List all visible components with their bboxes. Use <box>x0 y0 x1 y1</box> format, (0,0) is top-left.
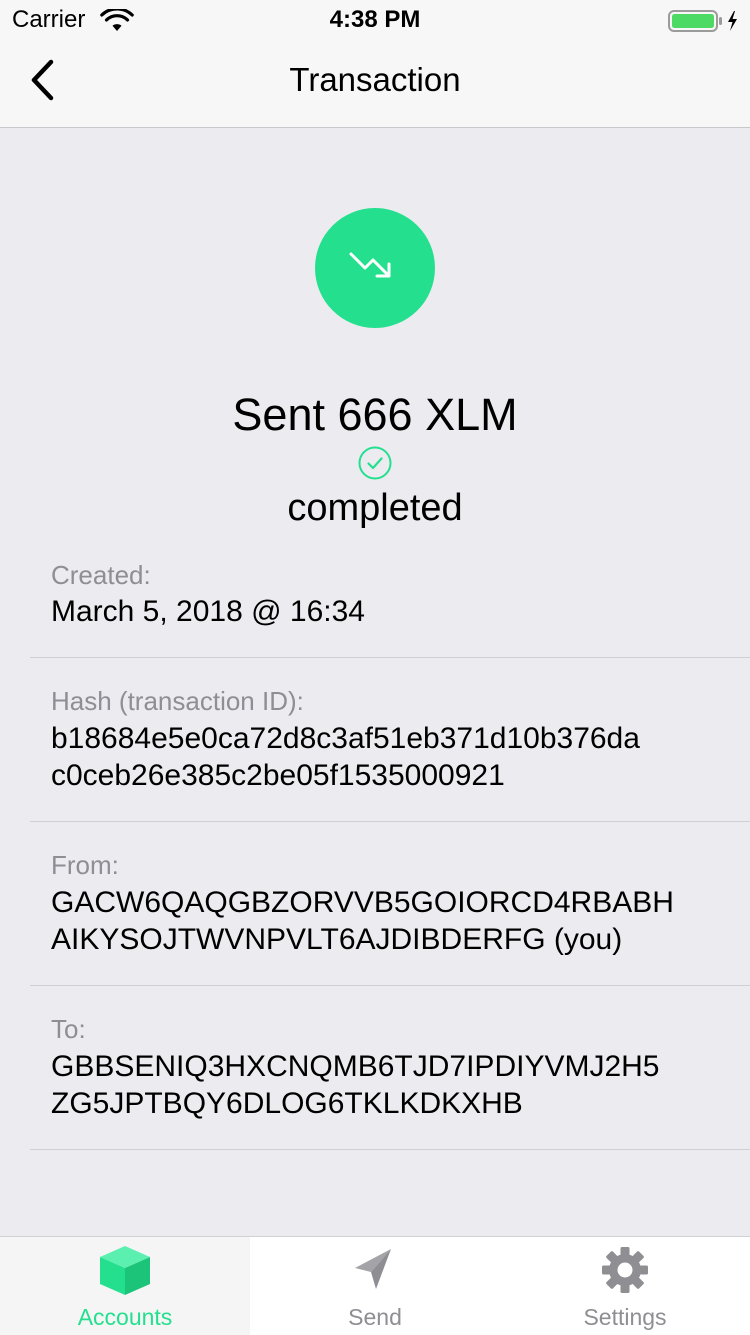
created-label: Created: <box>51 560 151 590</box>
from-address-line-1: GACW6QAQGBZORVVB5GOIORCD4RBABH <box>51 886 674 919</box>
transaction-status: completed <box>287 487 463 529</box>
hash-value-line-1: b18684e5e0ca72d8c3af51eb371d10b376da <box>51 722 640 755</box>
tab-accounts-label: Accounts <box>77 1304 173 1330</box>
transaction-headline: Sent 666 XLM <box>232 389 518 440</box>
to-section: To: GBBSENIQ3HXCNQMB6TJD7IPDIYVMJ2H5 ZG5… <box>30 1014 750 1150</box>
page-title: Transaction <box>289 61 461 98</box>
trend-down-arrow-icon <box>349 252 391 278</box>
hash-label: Hash (transaction ID): <box>51 686 304 716</box>
created-section: Created: March 5, 2018 @ 16:34 <box>30 560 750 658</box>
check-circle-icon <box>358 446 392 480</box>
paper-plane-icon <box>355 1249 391 1289</box>
from-address-line-2: AIKYSOJTWVNPVLT6AJDIBDERFG (you) <box>51 923 623 956</box>
to-address-line-2: ZG5JPTBQY6DLOG6TKLKDKXHB <box>51 1087 523 1120</box>
tab-send[interactable]: Send <box>250 1237 500 1335</box>
battery-charging-icon <box>668 10 737 32</box>
navigation-bar: Transaction <box>0 40 750 128</box>
hash-section: Hash (transaction ID): b18684e5e0ca72d8c… <box>30 686 750 822</box>
from-section: From: GACW6QAQGBZORVVB5GOIORCD4RBABH AIK… <box>30 850 750 986</box>
tab-accounts[interactable]: Accounts <box>0 1237 250 1335</box>
tab-send-label: Send <box>348 1304 402 1330</box>
tab-settings[interactable]: Settings <box>500 1237 750 1335</box>
hash-value-line-2: c0ceb26e385c2be05f1535000921 <box>51 759 505 792</box>
transaction-direction-badge <box>315 208 435 328</box>
status-bar: Carrier 4:38 PM <box>0 0 750 40</box>
created-value: March 5, 2018 @ 16:34 <box>51 595 365 628</box>
status-time: 4:38 PM <box>329 6 421 33</box>
to-label: To: <box>51 1014 86 1044</box>
from-label: From: <box>51 850 119 880</box>
to-address-line-1: GBBSENIQ3HXCNQMB6TJD7IPDIYVMJ2H5 <box>51 1050 660 1083</box>
gear-icon <box>602 1247 648 1293</box>
cube-icon <box>100 1246 150 1295</box>
tab-bar: Accounts Send Settings <box>0 1236 750 1335</box>
tab-settings-label: Settings <box>583 1304 667 1330</box>
